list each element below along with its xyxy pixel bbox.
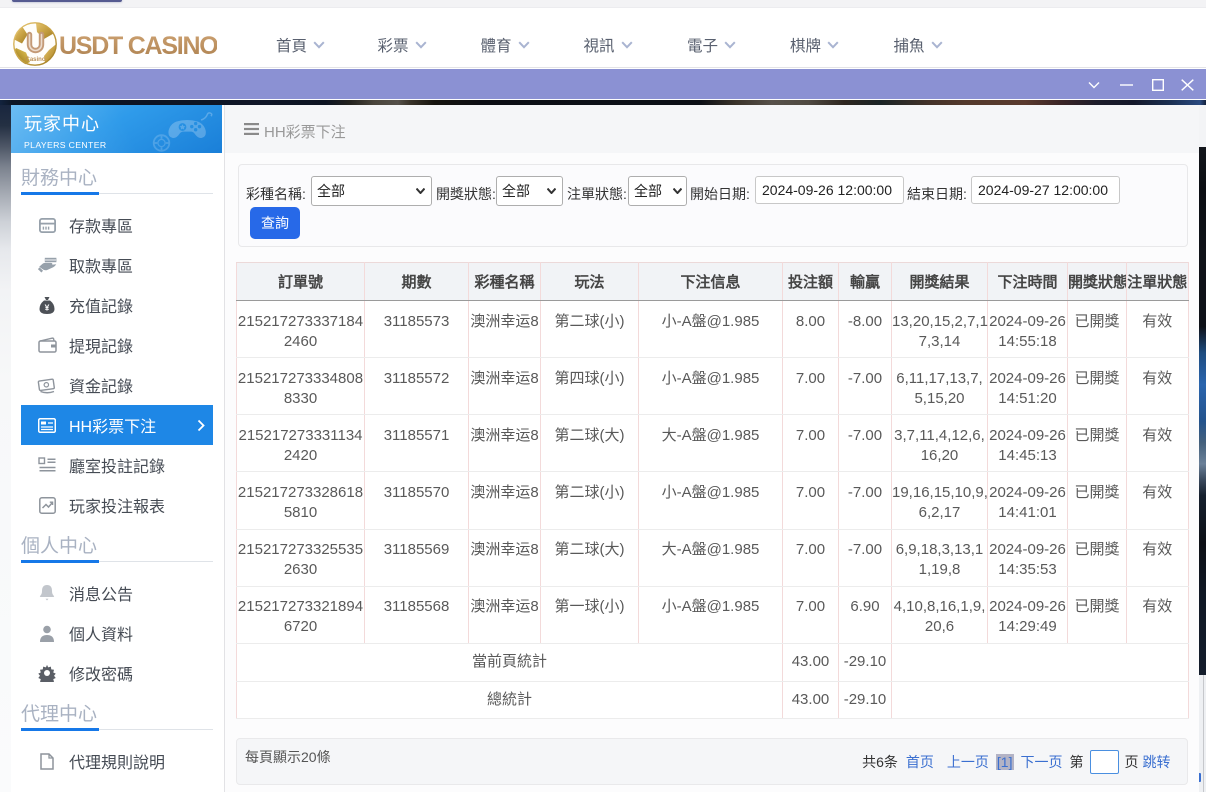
svg-text:¥: ¥	[45, 302, 50, 312]
svg-text:Casino: Casino	[25, 57, 45, 63]
